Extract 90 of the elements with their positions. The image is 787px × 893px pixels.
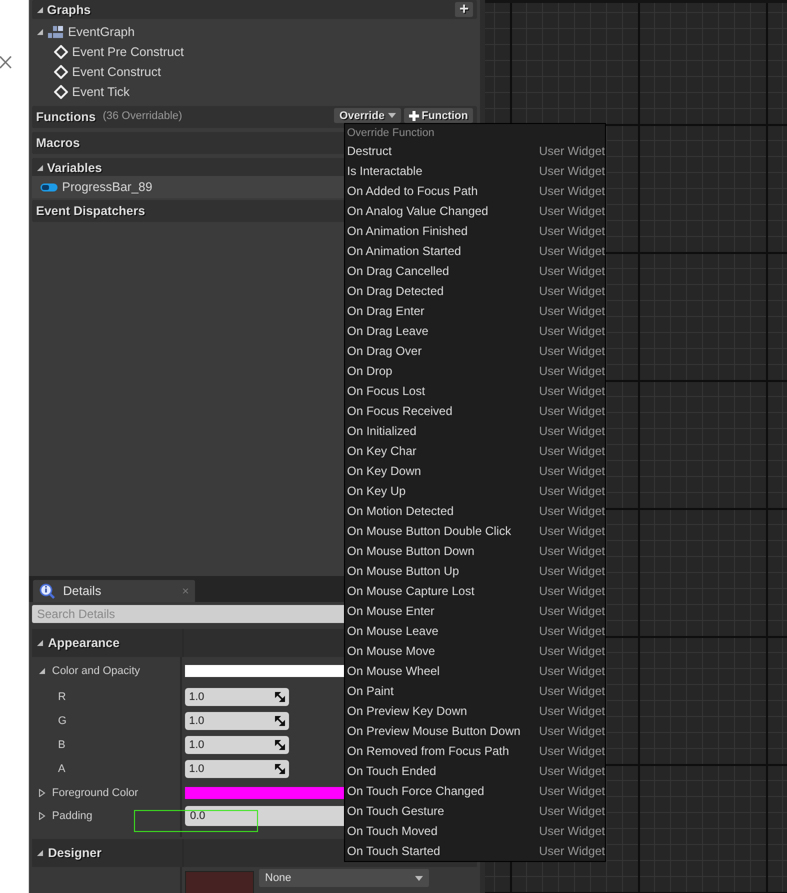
menu-item[interactable]: On Animation Started User Widget	[345, 241, 605, 261]
menu-item[interactable]: On Mouse Capture Lost User Widget	[345, 581, 605, 601]
section-header[interactable]: Functions (36 Overridable) Override Function	[32, 106, 477, 128]
menu-item[interactable]: On Drag Cancelled User Widget	[345, 261, 605, 281]
section-title: Functions	[36, 110, 96, 124]
menu-item[interactable]: On Focus Received User Widget	[345, 401, 605, 421]
menu-item[interactable]: On Preview Mouse Button Down User Widget	[345, 721, 605, 741]
menu-item[interactable]: On Drag Leave User Widget	[345, 321, 605, 341]
menu-item-source: User Widget	[538, 324, 605, 338]
menu-item-source: User Widget	[538, 284, 605, 298]
menu-item-source: User Widget	[538, 604, 605, 618]
menu-item-source: User Widget	[538, 264, 605, 278]
menu-item-source: User Widget	[538, 164, 605, 178]
menu-item-source: User Widget	[538, 644, 605, 658]
menu-item[interactable]: On Key Down User Widget	[345, 461, 605, 481]
property-label: R	[58, 691, 66, 703]
property-label: Padding	[52, 810, 92, 822]
menu-item[interactable]: On Mouse Button Up User Widget	[345, 561, 605, 581]
tree-item[interactable]: Event Construct	[72, 65, 161, 79]
menu-item[interactable]: On Touch Force Changed User Widget	[345, 781, 605, 801]
menu-item[interactable]: On Initialized User Widget	[345, 421, 605, 441]
menu-item-source: User Widget	[538, 504, 605, 518]
menu-item-source: User Widget	[538, 804, 605, 818]
menu-item-source: User Widget	[538, 144, 605, 158]
number-field[interactable]: 1.0	[185, 712, 289, 730]
menu-item-source: User Widget	[538, 524, 605, 538]
number-field[interactable]: 1.0	[185, 688, 289, 706]
number-field[interactable]: 1.0	[185, 736, 289, 754]
property-label: B	[58, 739, 66, 751]
menu-item[interactable]: On Motion Detected User Widget	[345, 501, 605, 521]
section-title: Variables	[47, 160, 102, 174]
add-graph-button[interactable]: +	[455, 2, 473, 17]
menu-item[interactable]: On Drag Over User Widget	[345, 341, 605, 361]
menu-item[interactable]: On Mouse Wheel User Widget	[345, 661, 605, 681]
menu-item[interactable]: On Focus Lost User Widget	[345, 381, 605, 401]
menu-item[interactable]: On Mouse Button Down User Widget	[345, 541, 605, 561]
section-title: Macros	[36, 136, 80, 150]
menu-item-source: User Widget	[538, 764, 605, 778]
section-title: Event Dispatchers	[36, 204, 146, 218]
number-field[interactable]: 1.0	[185, 760, 289, 778]
menu-item[interactable]: On Removed from Focus Path User Widget	[345, 741, 605, 761]
menu-item-source: User Widget	[538, 404, 605, 418]
menu-item-source: User Widget	[538, 464, 605, 478]
menu-item-source: User Widget	[538, 684, 605, 698]
menu-item[interactable]: On Touch Ended User Widget	[345, 761, 605, 781]
menu-item-source: User Widget	[538, 424, 605, 438]
menu-item-source: User Widget	[538, 624, 605, 638]
menu-item-source: User Widget	[538, 184, 605, 198]
menu-item-source: User Widget	[538, 844, 605, 858]
image-dropdown[interactable]: None	[259, 869, 429, 887]
menu-item[interactable]: On Drag Detected User Widget	[345, 281, 605, 301]
override-button[interactable]: Override	[334, 108, 401, 123]
menu-item[interactable]: On Drag Enter User Widget	[345, 301, 605, 321]
menu-item-source: User Widget	[538, 364, 605, 378]
menu-item[interactable]: On Key Up User Widget	[345, 481, 605, 501]
menu-item-source: User Widget	[538, 724, 605, 738]
section-header[interactable]: Graphs +	[32, 0, 477, 19]
add-function-button[interactable]: Function	[404, 108, 473, 123]
menu-item-source: User Widget	[538, 544, 605, 558]
menu-item[interactable]: On Animation Finished User Widget	[345, 221, 605, 241]
menu-item-source: User Widget	[538, 564, 605, 578]
menu-item-source: User Widget	[538, 204, 605, 218]
menu-item-source: User Widget	[538, 384, 605, 398]
menu-item-source: User Widget	[538, 224, 605, 238]
property-label: G	[58, 715, 67, 727]
menu-item-source: User Widget	[538, 744, 605, 758]
menu-item-source: User Widget	[538, 444, 605, 458]
menu-item-source: User Widget	[538, 584, 605, 598]
tree-item[interactable]: Event Tick	[72, 85, 130, 99]
overridable-count: (36 Overridable)	[102, 110, 182, 122]
menu-item-source: User Widget	[538, 824, 605, 838]
menu-item-source: User Widget	[538, 344, 605, 358]
menu-item-source: User Widget	[538, 304, 605, 318]
menu-item[interactable]: On Preview Key Down User Widget	[345, 701, 605, 721]
property-label: Foreground Color	[52, 786, 138, 798]
tree-item[interactable]: EventGraph	[68, 25, 135, 39]
menu-item[interactable]: On Drop User Widget	[345, 361, 605, 381]
menu-item-source: User Widget	[538, 704, 605, 718]
property-label: Color and Opacity	[52, 665, 140, 677]
menu-item-source: User Widget	[538, 244, 605, 258]
menu-item-source: User Widget	[538, 484, 605, 498]
menu-item[interactable]: On Mouse Button Double Click User Widget	[345, 521, 605, 541]
details-tab[interactable]: Details ×	[33, 580, 195, 602]
tree-item[interactable]: Event Pre Construct	[72, 45, 184, 59]
section-title: Graphs	[47, 2, 91, 16]
menu-item-source: User Widget	[538, 664, 605, 678]
property-label: A	[58, 763, 66, 775]
menu-item[interactable]: On Paint User Widget	[345, 681, 605, 701]
menu-item-source: User Widget	[538, 784, 605, 798]
menu-item[interactable]: On Key Char User Widget	[345, 441, 605, 461]
